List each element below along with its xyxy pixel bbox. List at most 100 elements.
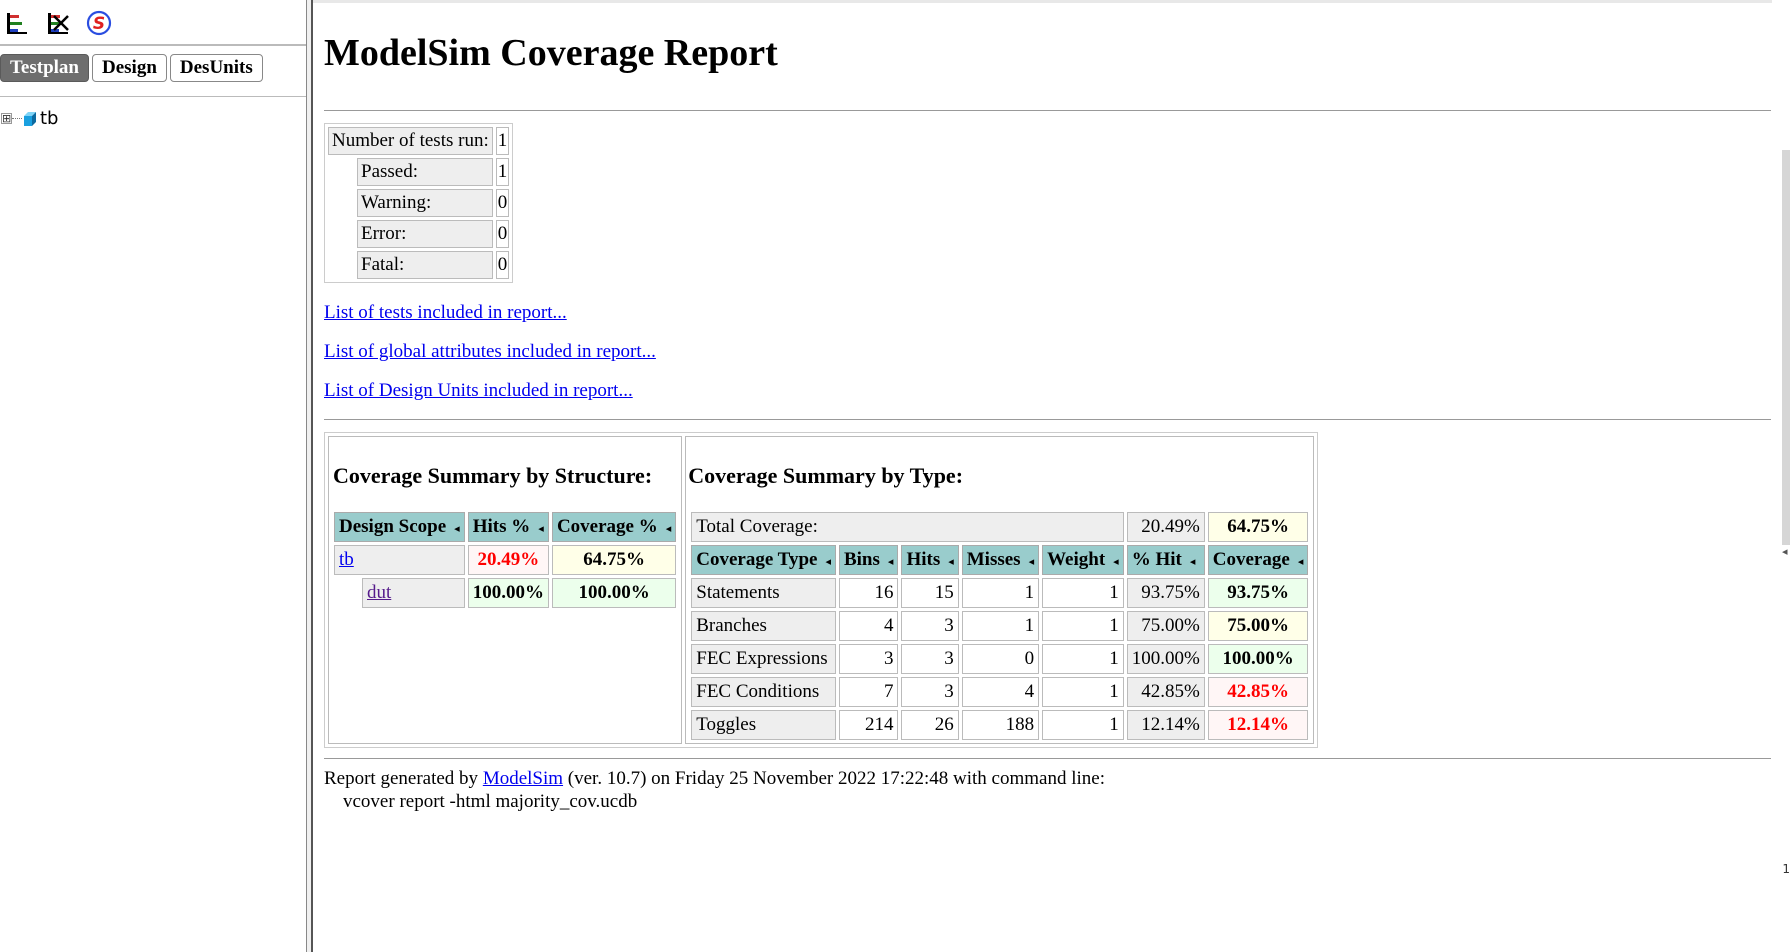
tab-design[interactable]: Design [92, 54, 167, 82]
scope-link-dut[interactable]: dut [367, 582, 391, 603]
svg-text:S: S [93, 14, 105, 34]
total-coverage-row: Total Coverage: 20.49% 64.75% [691, 512, 1309, 542]
misses-cell: 1 [961, 578, 1040, 608]
indent-cell: Fatal: [328, 251, 493, 279]
sort-arrow-icon[interactable]: ◂ [538, 522, 544, 535]
table-row: Number of tests run: 1 [328, 127, 510, 155]
table-row: Toggles 214 26 188 1 12.14% 12.14% [691, 710, 1309, 740]
col-design-scope[interactable]: Design Scope ◂ [334, 512, 465, 542]
report-links: List of tests included in report... List… [324, 301, 1771, 403]
indent-cell: Warning: [328, 189, 493, 217]
hits-cell: 3 [901, 677, 959, 707]
bins-cell: 7 [838, 677, 899, 707]
tree-expand-icon[interactable] [5, 10, 31, 36]
coverage-cell: 93.75% [1207, 578, 1309, 608]
table-row: Warning: 0 [328, 189, 510, 217]
structure-coverage-table: Design Scope ◂ Hits % ◂ Coverage % ◂ tb 20.… [331, 509, 679, 611]
command-line: vcover report -html majority_cov.ucdb [343, 791, 638, 812]
sort-arrow-icon[interactable]: ◂ [888, 555, 894, 568]
table-row: Fatal: 0 [328, 251, 510, 279]
table-row: FEC Conditions 7 3 4 1 42.85% 42.85% [691, 677, 1309, 707]
sort-arrow-icon[interactable]: ◂ [825, 555, 831, 568]
indent-cell: Error: [328, 220, 493, 248]
vertical-scrollbar[interactable]: ◂ 1 [1772, 0, 1790, 952]
misses-cell: 4 [961, 677, 1040, 707]
tab-desunits[interactable]: DesUnits [169, 54, 263, 82]
table-header-row: Design Scope ◂ Hits % ◂ Coverage % ◂ [334, 512, 677, 542]
navigation-frame: S Testplan Design DesUnits ⊞ tb [0, 0, 306, 952]
type-cell: FEC Expressions [691, 644, 836, 674]
indent-cell: Passed: [328, 158, 493, 186]
col-bins[interactable]: Bins ◂ [838, 545, 899, 575]
tree-node-tb[interactable]: ⊞ tb [0, 108, 58, 129]
nav-toolbar: S [0, 0, 306, 46]
type-cell: Toggles [691, 710, 836, 740]
indent-cell: dut [334, 578, 465, 608]
total-coverage-value: 64.75% [1207, 512, 1309, 542]
type-coverage-table: Total Coverage: 20.49% 64.75% Coverage T… [688, 509, 1311, 743]
warning-value: 0 [495, 189, 510, 217]
misses-cell: 1 [961, 611, 1040, 641]
col-hits-pct[interactable]: Hits % ◂ [467, 512, 549, 542]
table-row: dut 100.00% 100.00% [334, 578, 677, 608]
tab-divider [0, 96, 306, 97]
passed-value: 1 [495, 158, 510, 186]
sort-arrow-icon[interactable]: ◂ [1298, 555, 1304, 568]
table-header-row: Coverage Type ◂ Bins ◂ Hits ◂ Misses ◂ Weigh… [691, 545, 1309, 575]
hits-cell: 3 [901, 611, 959, 641]
error-label: Error: [357, 220, 493, 248]
scope-cell: dut [362, 578, 465, 608]
scrollbar-thumb[interactable] [1782, 150, 1790, 545]
weight-cell: 1 [1042, 710, 1124, 740]
weight-cell: 1 [1042, 611, 1124, 641]
tests-list-link[interactable]: List of tests included in report... [324, 302, 567, 323]
plus-expander-icon[interactable]: ⊞ [1, 113, 12, 124]
total-hit-pct: 20.49% [1126, 512, 1205, 542]
sort-arrow-icon[interactable]: ◂ [948, 555, 954, 568]
global-attributes-link[interactable]: List of global attributes included in re… [324, 341, 656, 362]
col-pct-hit[interactable]: % Hit ◂ [1126, 545, 1205, 575]
type-cell: Statements [691, 578, 836, 608]
instance-cube-icon [24, 111, 36, 126]
error-value: 0 [495, 220, 510, 248]
col-hits[interactable]: Hits ◂ [901, 545, 959, 575]
tree-node-label[interactable]: tb [40, 108, 58, 129]
sort-arrow-icon[interactable]: ◂ [1029, 555, 1035, 568]
sort-arrow-icon[interactable]: ◂ [454, 522, 460, 535]
type-cell: FEC Conditions [691, 677, 836, 707]
table-row: Passed: 1 [328, 158, 510, 186]
weight-cell: 1 [1042, 644, 1124, 674]
coverage-summary-container: Coverage Summary by Structure: Design Sc… [324, 432, 1319, 748]
misses-cell: 188 [961, 710, 1040, 740]
col-coverage-pct[interactable]: Coverage % ◂ [551, 512, 677, 542]
table-row: Branches 4 3 1 1 75.00% 75.00% [691, 611, 1309, 641]
bins-cell: 4 [838, 611, 899, 641]
scope-link-tb[interactable]: tb [339, 549, 354, 570]
col-weight[interactable]: Weight ◂ [1042, 545, 1124, 575]
col-coverage[interactable]: Coverage ◂ [1207, 545, 1309, 575]
design-units-link[interactable]: List of Design Units included in report.… [324, 380, 633, 401]
tree-collapse-icon[interactable] [46, 10, 72, 36]
frame-splitter[interactable] [306, 0, 313, 952]
tree-connector [12, 118, 22, 119]
sort-arrow-icon[interactable]: ◂ [1113, 555, 1119, 568]
report-frame: ModelSim Coverage Report Number of tests… [313, 0, 1790, 952]
page-number: 1 [1782, 862, 1790, 876]
type-summary-heading: Coverage Summary by Type: [688, 463, 964, 488]
sort-arrow-icon[interactable]: ◂ [666, 522, 672, 535]
table-row: Statements 16 15 1 1 93.75% 93.75% [691, 578, 1309, 608]
hits-cell: 26 [901, 710, 959, 740]
report-content: ModelSim Coverage Report Number of tests… [324, 0, 1771, 813]
table-row: FEC Expressions 3 3 0 1 100.00% 100.00% [691, 644, 1309, 674]
fatal-value: 0 [495, 251, 510, 279]
modelsim-link[interactable]: ModelSim [483, 768, 563, 789]
tab-testplan[interactable]: Testplan [0, 54, 89, 82]
weight-cell: 1 [1042, 677, 1124, 707]
sort-arrow-icon[interactable]: ◂ [1190, 555, 1196, 568]
scope-cell: tb [334, 545, 465, 575]
structure-summary-panel: Coverage Summary by Structure: Design Sc… [328, 436, 683, 744]
col-misses[interactable]: Misses ◂ [961, 545, 1040, 575]
modelsim-logo-icon[interactable]: S [86, 10, 112, 36]
col-coverage-type[interactable]: Coverage Type ◂ [691, 545, 836, 575]
table-row: tb 20.49% 64.75% [334, 545, 677, 575]
